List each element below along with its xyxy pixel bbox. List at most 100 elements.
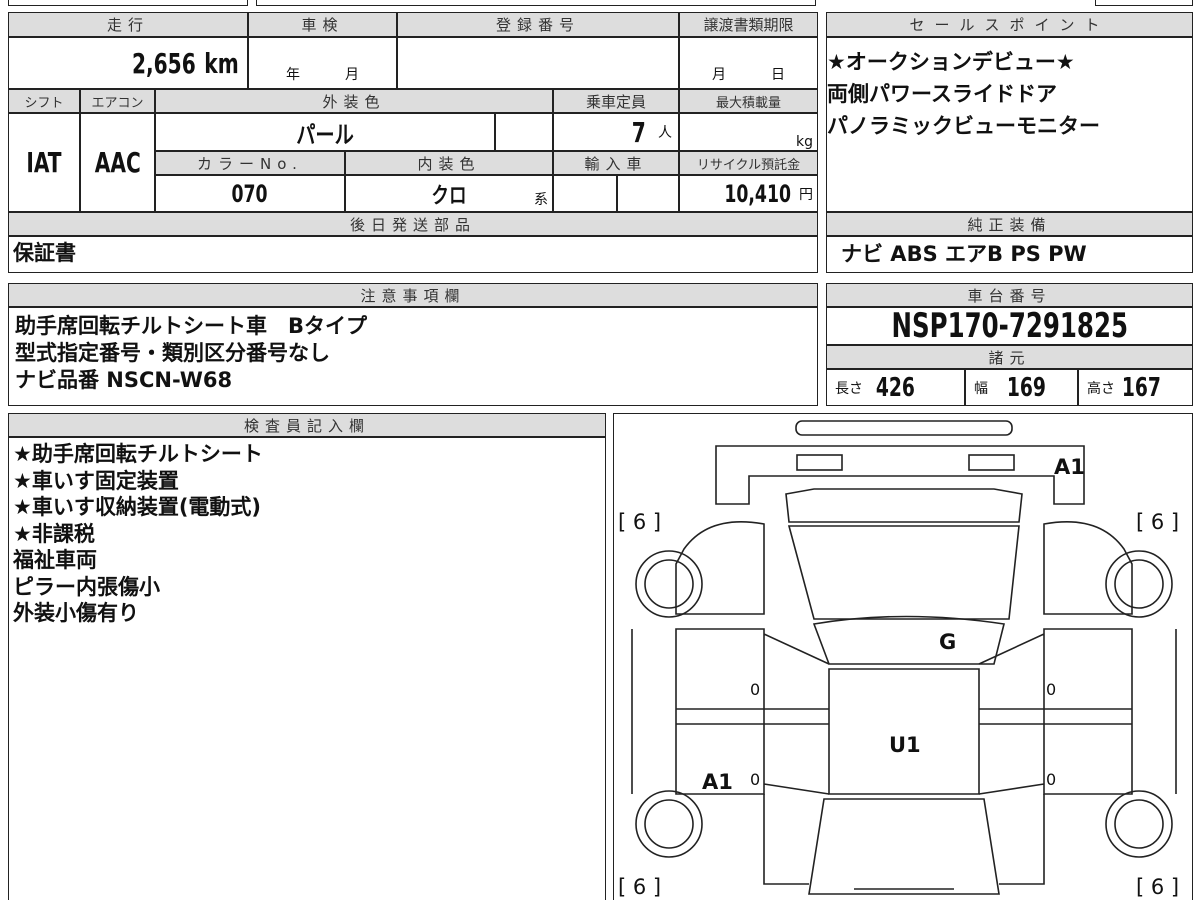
month-unit: 月 <box>345 67 359 83</box>
sales-point-list: ★オークションデビュー★ 両側パワースライドドア パノラミックビューモニター <box>827 46 1100 142</box>
interior-text: クロ <box>431 183 467 209</box>
recycle-unit: 円 <box>799 186 813 203</box>
specs-header: 諸元 <box>826 345 1193 369</box>
deadline-day: 日 <box>771 67 785 83</box>
registration-header: 登録番号 <box>397 12 679 37</box>
tire-rear-left: [ 6 ] <box>618 875 662 899</box>
damage-hood: G <box>939 630 957 654</box>
recycle-amount: 10,410 <box>724 179 791 208</box>
sales-point-item: ★オークションデビュー★ <box>827 50 1075 74</box>
inspector-list: ★助手席回転チルトシート ★車いす固定装置 ★車いす収納装置(電動式) ★非課税… <box>13 441 263 627</box>
mileage-unit: km <box>204 46 239 80</box>
exterior-extra <box>495 113 553 151</box>
inspector-item: 福祉車両 <box>13 548 97 572</box>
tire-front-left: [ 6 ] <box>618 510 662 534</box>
deadline-month: 月 <box>712 67 726 83</box>
tire-rear-right: [ 6 ] <box>1136 875 1180 899</box>
inspector-item: ★非課税 <box>13 521 95 546</box>
door-mark: 0 <box>1046 680 1057 699</box>
car-diagram: A1 G U1 A1 [ 6 ] [ 6 ] [ 6 ] [ 6 ] 0 0 0… <box>613 413 1193 900</box>
length-value: 426 <box>875 372 915 403</box>
mileage-number: 2,656 <box>132 46 197 80</box>
color-no-header: カラーNo. <box>155 151 345 175</box>
transfer-deadline-header: 譲渡書類期限 <box>679 12 818 37</box>
import-header: 輸入車 <box>553 151 679 175</box>
max-load-header: 最大積載量 <box>679 89 818 113</box>
inspection-header: 車検 <box>248 12 397 37</box>
capacity-unit: 人 <box>658 125 672 141</box>
shift-header: シフト <box>8 89 80 113</box>
recycle-header: リサイクル預託金 <box>679 151 818 175</box>
chassis-value: NSP170-7291825 <box>826 306 1193 346</box>
shift-value: IAT <box>8 113 80 212</box>
damage-left-rear: A1 <box>702 770 733 794</box>
recycle-value: 10,410 円 <box>679 175 818 212</box>
aircon-value: AAC <box>80 113 155 212</box>
deadline-value: 月日 <box>679 37 818 89</box>
length-label: 長さ <box>835 380 863 397</box>
later-parts-header: 後日発送部品 <box>8 212 818 236</box>
exterior-text: パール <box>296 120 354 149</box>
note-item: 助手席回転チルトシート車 Bタイプ <box>15 314 368 338</box>
auction-sheet: 走行 車検 登録番号 譲渡書類期限 2,656 km 年月 月日 シフト エアコン… <box>0 0 1200 900</box>
tire-front-right: [ 6 ] <box>1136 510 1180 534</box>
note-item: 型式指定番号・類別区分番号なし <box>15 341 330 365</box>
aircon-text: AAC <box>94 146 141 179</box>
mileage-value: 2,656 km <box>8 37 248 89</box>
height-cell: 高さ 167 <box>1078 369 1193 406</box>
notes-list: 助手席回転チルトシート車 Bタイプ 型式指定番号・類別区分番号なし ナビ品番 N… <box>15 313 367 394</box>
color-no-value: 070 <box>155 175 345 212</box>
max-load-value: kg <box>679 113 818 151</box>
later-parts-box: 保証書 <box>8 236 818 273</box>
damage-front: A1 <box>1054 455 1085 479</box>
interior-suffix: 系 <box>534 192 548 208</box>
chassis-number: NSP170-7291825 <box>891 306 1128 346</box>
top-strip-box <box>256 0 816 6</box>
mileage-header: 走行 <box>8 12 248 37</box>
sales-point-item: 両側パワースライドドア <box>827 82 1057 106</box>
color-no-text: 070 <box>231 179 269 208</box>
sales-point-item: パノラミックビューモニター <box>827 114 1100 138</box>
inspector-item: 外装小傷有り <box>13 601 139 625</box>
capacity-header: 乗車定員 <box>553 89 679 113</box>
exterior-value: パール <box>155 113 495 151</box>
notes-header: 注意事項欄 <box>8 283 818 307</box>
door-mark: 0 <box>750 770 761 789</box>
damage-roof: U1 <box>889 733 921 757</box>
registration-value <box>397 37 679 89</box>
inspector-item: ピラー内張傷小 <box>13 574 160 599</box>
inspector-header: 検査員記入欄 <box>8 413 606 437</box>
height-value: 167 <box>1121 372 1161 403</box>
equipment-box: ナビ ABS エアB PS PW <box>826 236 1193 273</box>
capacity-value: 7人 <box>553 113 679 151</box>
sales-point-header: セールスポイント <box>826 12 1193 37</box>
sales-point-box: ★オークションデビュー★ 両側パワースライドドア パノラミックビューモニター <box>826 37 1193 212</box>
year-unit: 年 <box>286 67 300 83</box>
inspector-item: ★車いす収納装置(電動式) <box>13 495 262 519</box>
note-item: ナビ品番 NSCN-W68 <box>15 368 233 392</box>
interior-value: クロ 系 <box>345 175 553 212</box>
equipment-value: ナビ ABS エアB PS PW <box>841 242 1087 266</box>
import-value-2 <box>617 175 679 212</box>
length-cell: 長さ 426 <box>826 369 965 406</box>
door-mark: 0 <box>750 680 761 699</box>
top-strip-box <box>1095 0 1193 6</box>
inspection-value: 年月 <box>248 37 397 89</box>
equipment-header: 純正装備 <box>826 212 1193 236</box>
width-label: 幅 <box>974 380 988 397</box>
aircon-header: エアコン <box>80 89 155 113</box>
height-label: 高さ <box>1087 380 1115 397</box>
door-mark: 0 <box>1046 770 1057 789</box>
capacity-number: 7 <box>632 115 647 149</box>
inspector-box: ★助手席回転チルトシート ★車いす固定装置 ★車いす収納装置(電動式) ★非課税… <box>8 437 606 900</box>
top-strip-box <box>8 0 248 6</box>
width-value: 169 <box>1006 372 1046 403</box>
car-outline-icon <box>631 420 1177 895</box>
shift-text: IAT <box>26 146 62 179</box>
inspector-item: ★車いす固定装置 <box>13 468 179 493</box>
later-parts-value: 保証書 <box>13 241 76 265</box>
width-cell: 幅 169 <box>965 369 1078 406</box>
inspector-item: ★助手席回転チルトシート <box>13 442 263 466</box>
notes-box: 助手席回転チルトシート車 Bタイプ 型式指定番号・類別区分番号なし ナビ品番 N… <box>8 307 818 406</box>
exterior-header: 外装色 <box>155 89 553 113</box>
